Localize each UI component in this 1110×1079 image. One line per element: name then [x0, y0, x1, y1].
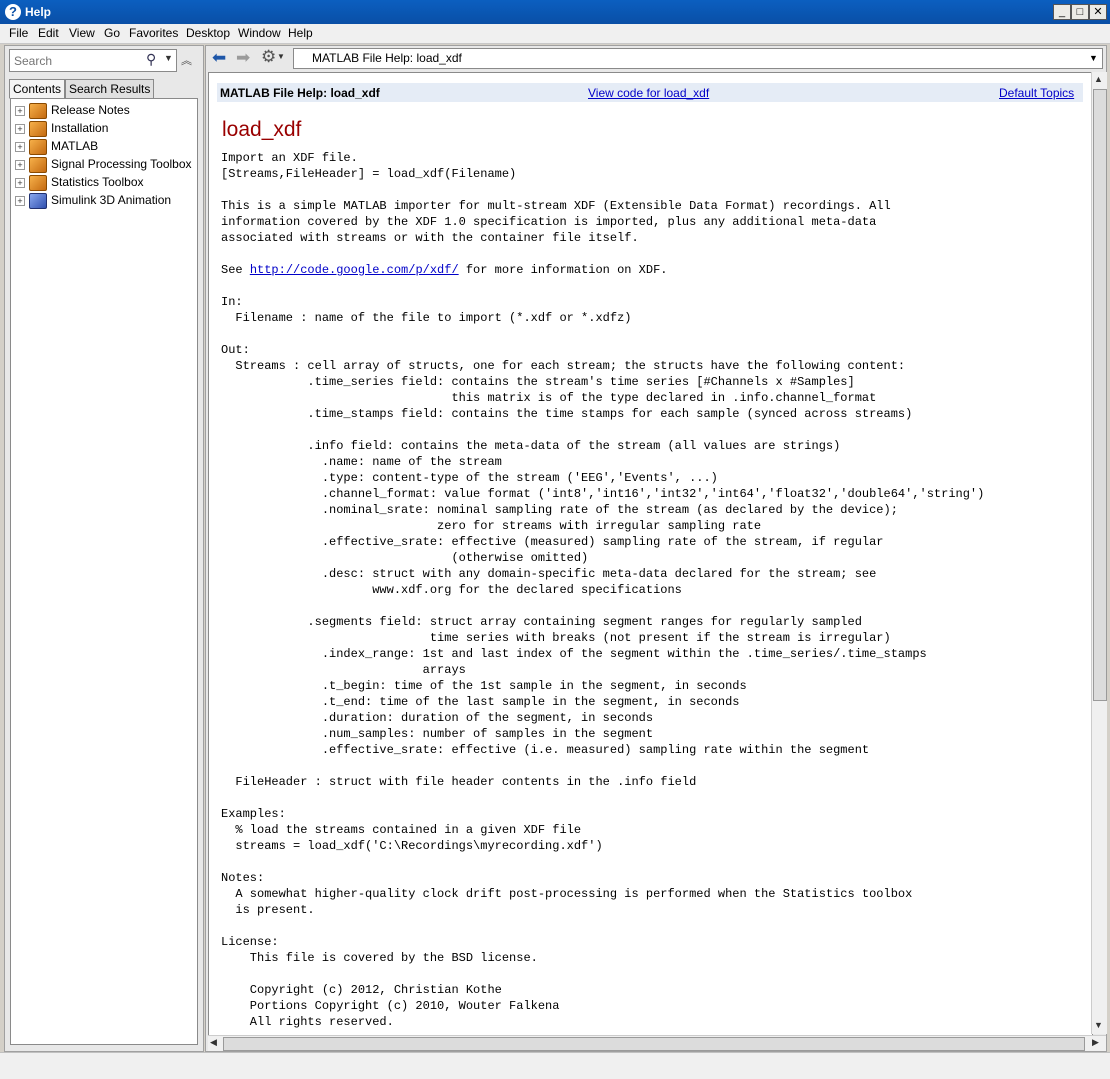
orange-book-icon: [29, 103, 47, 119]
orange-book-icon: [29, 121, 47, 137]
help-navigator: ⚲ ▼ ︽ Contents Search Results + Release …: [4, 45, 204, 1052]
vertical-scrollbar[interactable]: ▲ ▼: [1091, 72, 1107, 1034]
tree-item-label: Simulink 3D Animation: [51, 193, 172, 207]
address-dropdown-icon[interactable]: ▼: [1089, 53, 1098, 63]
help-text-body: for more information on XDF. In: Filenam…: [221, 263, 985, 1029]
help-icon: ?: [5, 4, 21, 20]
tree-item-label: MATLAB: [51, 139, 99, 153]
help-text: Import an XDF file. [Streams,FileHeader]…: [221, 150, 984, 1030]
orange-book-icon: [29, 175, 47, 191]
expand-icon[interactable]: +: [15, 196, 25, 206]
menu-favorites[interactable]: Favorites: [129, 26, 178, 40]
tree-item-label: Statistics Toolbox: [51, 175, 144, 189]
scroll-right-icon[interactable]: ▶: [1092, 1037, 1099, 1048]
expand-icon[interactable]: +: [15, 124, 25, 134]
maximize-button[interactable]: □: [1071, 4, 1089, 20]
document-view: MATLAB File Help: load_xdf View code for…: [208, 72, 1093, 1036]
status-bar: [0, 1052, 1110, 1079]
contents-tree: + Release Notes + Installation + MATLAB …: [10, 98, 198, 1045]
menu-bar: File Edit View Go Favorites Desktop Wind…: [0, 24, 1110, 44]
menu-help[interactable]: Help: [288, 26, 313, 40]
menu-window[interactable]: Window: [238, 26, 281, 40]
default-topics-link[interactable]: Default Topics: [999, 86, 1074, 100]
search-dropdown-icon[interactable]: ▼: [164, 53, 173, 63]
menu-go[interactable]: Go: [104, 26, 120, 40]
expand-icon[interactable]: +: [15, 106, 25, 116]
tab-contents[interactable]: Contents: [9, 79, 66, 99]
orange-book-icon: [29, 157, 47, 173]
browser-toolbar: ⬅ ➡ ⚙ ▼ MATLAB File Help: load_xdf ▼: [206, 46, 1106, 70]
minimize-button[interactable]: _: [1053, 4, 1071, 20]
search-input[interactable]: [12, 52, 144, 69]
forward-arrow-icon[interactable]: ➡: [236, 48, 250, 68]
horizontal-scrollbar[interactable]: ◀ ▶: [208, 1035, 1106, 1051]
view-code-link[interactable]: View code for load_xdf: [588, 86, 709, 100]
menu-edit[interactable]: Edit: [38, 26, 59, 40]
expand-icon[interactable]: +: [15, 160, 25, 170]
doc-header-title: MATLAB File Help: load_xdf: [220, 86, 380, 100]
window-title: Help: [25, 5, 52, 19]
help-text-intro: Import an XDF file. [Streams,FileHeader]…: [221, 151, 891, 277]
xdf-website-link[interactable]: http://code.google.com/p/xdf/: [250, 263, 459, 277]
blue-book-icon: [29, 193, 47, 209]
menu-file[interactable]: File: [9, 26, 28, 40]
gear-dropdown-icon[interactable]: ▼: [277, 52, 285, 61]
scroll-left-icon[interactable]: ◀: [210, 1037, 217, 1048]
vertical-scroll-thumb[interactable]: [1093, 89, 1107, 701]
tab-search-results[interactable]: Search Results: [65, 79, 155, 99]
address-field[interactable]: MATLAB File Help: load_xdf ▼: [293, 48, 1103, 69]
title-bar: ? Help _ □ ✕: [0, 0, 1110, 24]
back-arrow-icon[interactable]: ⬅: [212, 48, 226, 68]
scroll-up-icon[interactable]: ▲: [1094, 74, 1103, 84]
close-button[interactable]: ✕: [1089, 4, 1107, 20]
menu-view[interactable]: View: [69, 26, 95, 40]
search-icon[interactable]: ⚲: [146, 51, 156, 68]
tree-item-label: Release Notes: [51, 103, 130, 117]
orange-book-icon: [29, 139, 47, 155]
help-browser: ⬅ ➡ ⚙ ▼ MATLAB File Help: load_xdf ▼ MAT…: [205, 45, 1107, 1052]
menu-desktop[interactable]: Desktop: [186, 26, 230, 40]
scroll-down-icon[interactable]: ▼: [1094, 1020, 1103, 1030]
doc-header-bar: MATLAB File Help: load_xdf View code for…: [217, 83, 1083, 102]
expand-icon[interactable]: +: [15, 178, 25, 188]
tree-item-label: Installation: [51, 121, 109, 135]
tree-item-label: Signal Processing Toolbox: [51, 157, 192, 171]
gear-icon[interactable]: ⚙: [261, 47, 276, 67]
expand-icon[interactable]: +: [15, 142, 25, 152]
page-title: load_xdf: [222, 118, 302, 141]
address-text: MATLAB File Help: load_xdf: [312, 51, 462, 65]
collapse-icon[interactable]: ︽: [181, 52, 192, 68]
horizontal-scroll-thumb[interactable]: [223, 1037, 1085, 1051]
search-box[interactable]: ⚲ ▼: [9, 49, 177, 72]
